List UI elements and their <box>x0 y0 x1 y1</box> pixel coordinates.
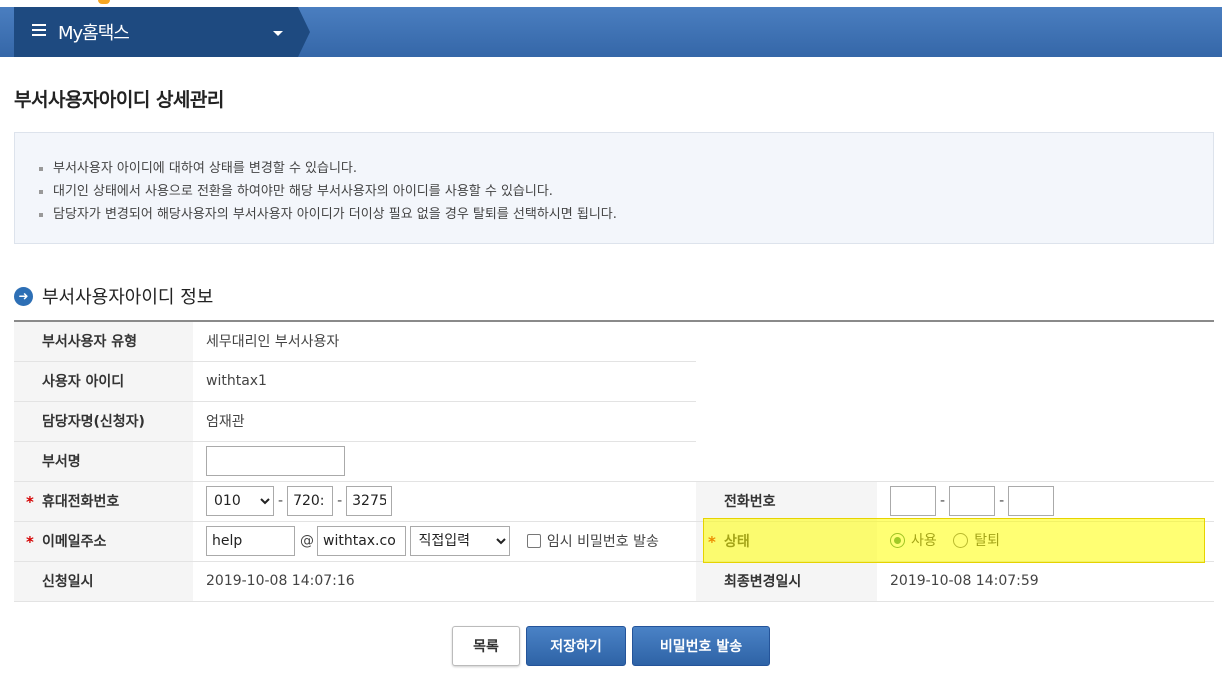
mobile-label: 휴대전화번호 <box>14 481 193 522</box>
notice-item: 부서사용자 아이디에 대하여 상태를 변경할 수 있습니다. <box>39 157 1213 180</box>
status-withdraw-radio[interactable]: 탈퇴 <box>953 530 1000 550</box>
phone-part3-input[interactable] <box>1008 486 1055 516</box>
at-sign: @ <box>300 533 314 549</box>
email-label: 이메일주소 <box>14 521 193 562</box>
status-use-radio[interactable]: 사용 <box>890 530 937 550</box>
notice-item: 담당자가 변경되어 해당사용자의 부서사용자 아이디가 더이상 필요 없을 경우… <box>39 203 1213 226</box>
top-nav-bar: My홈택스 <box>0 0 1222 57</box>
table-row: 부서사용자 유형 세무대리인 부서사용자 <box>14 321 1214 362</box>
mobile-middle-input[interactable] <box>287 486 334 516</box>
notice-box: 부서사용자 아이디에 대하여 상태를 변경할 수 있습니다. 대기인 상태에서 … <box>14 132 1214 244</box>
section-title: 부서사용자아이디 정보 <box>42 287 214 308</box>
dash-separator: - <box>999 493 1005 509</box>
mobile-last-input[interactable] <box>346 486 393 516</box>
user-info-table: 부서사용자 유형 세무대리인 부서사용자 사용자 아이디 withtax1 담당… <box>14 320 1214 602</box>
email-domain-select[interactable]: 직접입력 <box>410 526 511 556</box>
dash-separator: - <box>940 493 946 509</box>
radio-unselected-icon[interactable] <box>953 532 969 548</box>
status-use-label: 사용 <box>911 533 937 550</box>
hamburger-icon[interactable] <box>32 24 46 38</box>
dash-separator: - <box>278 493 284 509</box>
checkbox-icon[interactable] <box>526 534 541 548</box>
brand-accent <box>98 0 110 4</box>
table-row: 담당자명(신청자) 엄재관 <box>14 401 1214 442</box>
menu-title[interactable]: My홈택스 <box>58 19 130 45</box>
user-type-value: 세무대리인 부서사용자 <box>193 321 696 362</box>
applied-date-value: 2019-10-08 14:07:16 <box>193 561 696 602</box>
chevron-down-icon[interactable] <box>273 31 283 36</box>
manager-value: 엄재관 <box>193 401 696 442</box>
page-title: 부서사용자아이디 상세관리 <box>14 89 224 111</box>
table-row: 사용자 아이디 withtax1 <box>14 361 1214 402</box>
notice-item: 대기인 상태에서 사용으로 전환을 하여야만 해당 부서사용자의 아이디를 사용… <box>39 180 1213 203</box>
dept-label: 부서명 <box>14 441 193 482</box>
temp-password-checkbox[interactable]: 임시 비밀번호 발송 <box>526 531 659 551</box>
modified-date-value: 2019-10-08 14:07:59 <box>877 561 1214 602</box>
table-row: 부서명 <box>14 441 1214 482</box>
radio-selected-icon[interactable] <box>890 532 905 548</box>
menu-dropdown[interactable] <box>14 7 298 57</box>
email-local-input[interactable] <box>206 526 295 556</box>
phone-label: 전화번호 <box>696 481 877 522</box>
dept-name-input[interactable] <box>206 446 345 476</box>
table-row: 이메일주소 @ 직접입력 임시 비밀번호 발송 상태 사용 탈퇴 <box>14 521 1214 562</box>
mobile-prefix-select[interactable]: 010 <box>206 486 274 516</box>
user-type-label: 부서사용자 유형 <box>14 321 193 362</box>
menu-arrow-shape <box>298 7 310 57</box>
temp-password-label: 임시 비밀번호 발송 <box>546 534 659 550</box>
applied-date-label: 신청일시 <box>14 561 193 602</box>
phone-part1-input[interactable] <box>890 486 936 516</box>
send-password-button[interactable]: 비밀번호 발송 <box>632 626 770 666</box>
arrow-right-circle-icon: ➜ <box>14 286 33 306</box>
modified-date-label: 최종변경일시 <box>696 561 877 602</box>
status-withdraw-label: 탈퇴 <box>974 533 1000 550</box>
section-header: ➜ 부서사용자아이디 정보 <box>14 283 213 309</box>
phone-part2-input[interactable] <box>949 486 996 516</box>
list-button[interactable]: 목록 <box>452 626 520 666</box>
save-button[interactable]: 저장하기 <box>526 626 626 666</box>
manager-label: 담당자명(신청자) <box>14 401 193 442</box>
dash-separator: - <box>337 493 343 509</box>
user-id-label: 사용자 아이디 <box>14 361 193 402</box>
user-id-value: withtax1 <box>193 361 696 402</box>
action-buttons: 목록 저장하기 비밀번호 발송 <box>0 626 1222 666</box>
email-domain-input[interactable] <box>317 526 406 556</box>
table-row: 휴대전화번호 010 - - 전화번호 - - <box>14 481 1214 522</box>
table-row: 신청일시 2019-10-08 14:07:16 최종변경일시 2019-10-… <box>14 561 1214 602</box>
status-label: 상태 <box>696 521 877 562</box>
